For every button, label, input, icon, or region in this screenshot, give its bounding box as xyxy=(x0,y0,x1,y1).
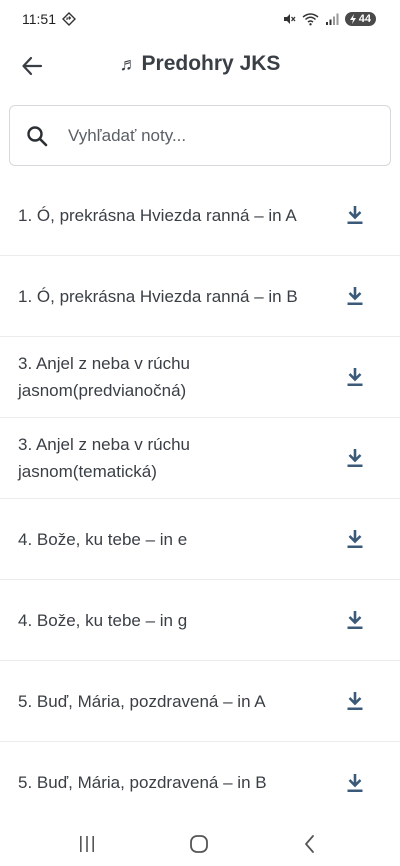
home-icon xyxy=(190,835,208,853)
location-diamond-icon xyxy=(62,12,76,26)
download-icon xyxy=(347,206,363,224)
item-label: 4. Bože, ku tebe – in e xyxy=(18,529,188,549)
list-item[interactable]: 4. Bože, ku tebe – in e xyxy=(0,499,400,580)
download-icon xyxy=(347,449,363,467)
title-group: ♬ Predohry JKS xyxy=(0,52,400,76)
download-button[interactable] xyxy=(344,204,366,226)
status-icons: 44 xyxy=(282,10,376,28)
list-item[interactable]: 3. Anjel z neba v rúchu jasnom(tematická… xyxy=(0,418,400,499)
download-icon xyxy=(347,611,363,629)
battery-indicator: 44 xyxy=(344,12,376,26)
download-button[interactable] xyxy=(344,447,366,469)
list-item[interactable]: 5. Buď, Mária, pozdravená – in B xyxy=(0,742,400,823)
download-icon xyxy=(347,287,363,305)
charging-bolt-icon xyxy=(349,14,356,24)
signal-icon xyxy=(325,13,339,25)
download-icon xyxy=(347,692,363,710)
system-nav-bar xyxy=(0,822,400,866)
list-item[interactable]: 1. Ó, prekrásna Hviezda ranná – in B xyxy=(0,256,400,337)
status-time: 11:51 xyxy=(22,11,56,27)
list-item[interactable]: 5. Buď, Mária, pozdravená – in A xyxy=(0,661,400,742)
search-input[interactable] xyxy=(68,125,348,146)
status-bar: 11:51 44 xyxy=(0,0,400,40)
download-icon xyxy=(347,530,363,548)
list-item[interactable]: 1. Ó, prekrásna Hviezda ranná – in A xyxy=(0,175,400,256)
item-label: 5. Buď, Mária, pozdravená – in B xyxy=(18,773,267,792)
wifi-icon xyxy=(302,13,319,26)
download-button[interactable] xyxy=(344,609,366,631)
item-label: 3. Anjel z neba v rúchu jasnom(tematická… xyxy=(18,435,191,481)
recent-apps-button[interactable] xyxy=(75,832,99,856)
app-bar: ♬ Predohry JKS xyxy=(0,40,400,92)
item-label: 3. Anjel z neba v rúchu jasnom(predviano… xyxy=(18,354,191,400)
song-list: 1. Ó, prekrásna Hviezda ranná – in A 1. … xyxy=(0,175,400,823)
item-label: 1. Ó, prekrásna Hviezda ranná – in A xyxy=(18,205,297,225)
home-button[interactable] xyxy=(187,832,211,856)
music-note-icon: ♬ xyxy=(119,53,138,74)
page-title: Predohry JKS xyxy=(141,52,281,75)
battery-level: 44 xyxy=(358,13,371,25)
system-back-button[interactable] xyxy=(298,832,322,856)
mute-icon xyxy=(283,14,296,24)
item-label: 4. Bože, ku tebe – in g xyxy=(18,610,188,630)
search-box[interactable] xyxy=(9,105,391,166)
chevron-left-icon xyxy=(305,835,314,853)
download-button[interactable] xyxy=(344,285,366,307)
item-label: 5. Buď, Mária, pozdravená – in A xyxy=(18,691,266,711)
download-button[interactable] xyxy=(344,772,366,794)
list-item[interactable]: 4. Bože, ku tebe – in g xyxy=(0,580,400,661)
item-label: 1. Ó, prekrásna Hviezda ranná – in B xyxy=(18,286,298,306)
download-button[interactable] xyxy=(344,690,366,712)
list-item[interactable]: 3. Anjel z neba v rúchu jasnom(predviano… xyxy=(0,337,400,418)
download-icon xyxy=(347,368,363,386)
download-icon xyxy=(347,773,363,792)
search-icon xyxy=(27,125,48,146)
download-button[interactable] xyxy=(344,528,366,550)
download-button[interactable] xyxy=(344,366,366,388)
recent-apps-icon xyxy=(80,836,94,852)
